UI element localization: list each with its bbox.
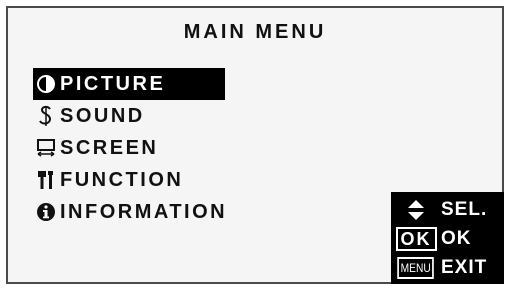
menu-item-function[interactable]: FUNCTION xyxy=(33,164,227,196)
info-icon xyxy=(35,201,57,223)
menu-item-information[interactable]: INFORMATION xyxy=(33,196,227,228)
ok-key-icon: OK xyxy=(395,227,437,251)
menu-key-icon: MENU xyxy=(397,257,435,279)
menu-item-label: INFORMATION xyxy=(60,200,228,223)
menu-title: MAIN MENU xyxy=(183,21,327,43)
menu-list: PICTURE SOUND SCREEN FUNCTION INFORMATIO… xyxy=(33,68,227,228)
screen-size-icon xyxy=(35,137,57,159)
guide-label-select: SEL. xyxy=(441,199,488,220)
menu-item-label: SCREEN xyxy=(60,136,159,159)
music-note-icon xyxy=(35,105,57,127)
guide-label-exit: EXIT xyxy=(441,257,488,278)
menu-item-label: PICTURE xyxy=(60,72,166,95)
main-menu-panel: MAIN MENU PICTURE SOUND SCREEN FUNCTION … xyxy=(6,6,504,284)
guide-row-exit: MENU EXIT xyxy=(391,254,504,282)
tools-icon xyxy=(35,169,57,191)
menu-item-label: SOUND xyxy=(60,104,145,127)
guide-label-ok: OK xyxy=(441,228,472,249)
menu-item-sound[interactable]: SOUND xyxy=(33,100,227,132)
contrast-icon xyxy=(35,73,57,95)
menu-item-picture[interactable]: PICTURE xyxy=(33,68,225,100)
up-down-arrows-icon xyxy=(391,199,441,221)
button-guide: SEL. OK OK MENU EXIT xyxy=(391,192,504,284)
guide-row-ok: OK OK xyxy=(391,225,504,253)
menu-item-label: FUNCTION xyxy=(60,168,184,191)
guide-row-select: SEL. xyxy=(391,196,504,224)
menu-item-screen[interactable]: SCREEN xyxy=(33,132,227,164)
